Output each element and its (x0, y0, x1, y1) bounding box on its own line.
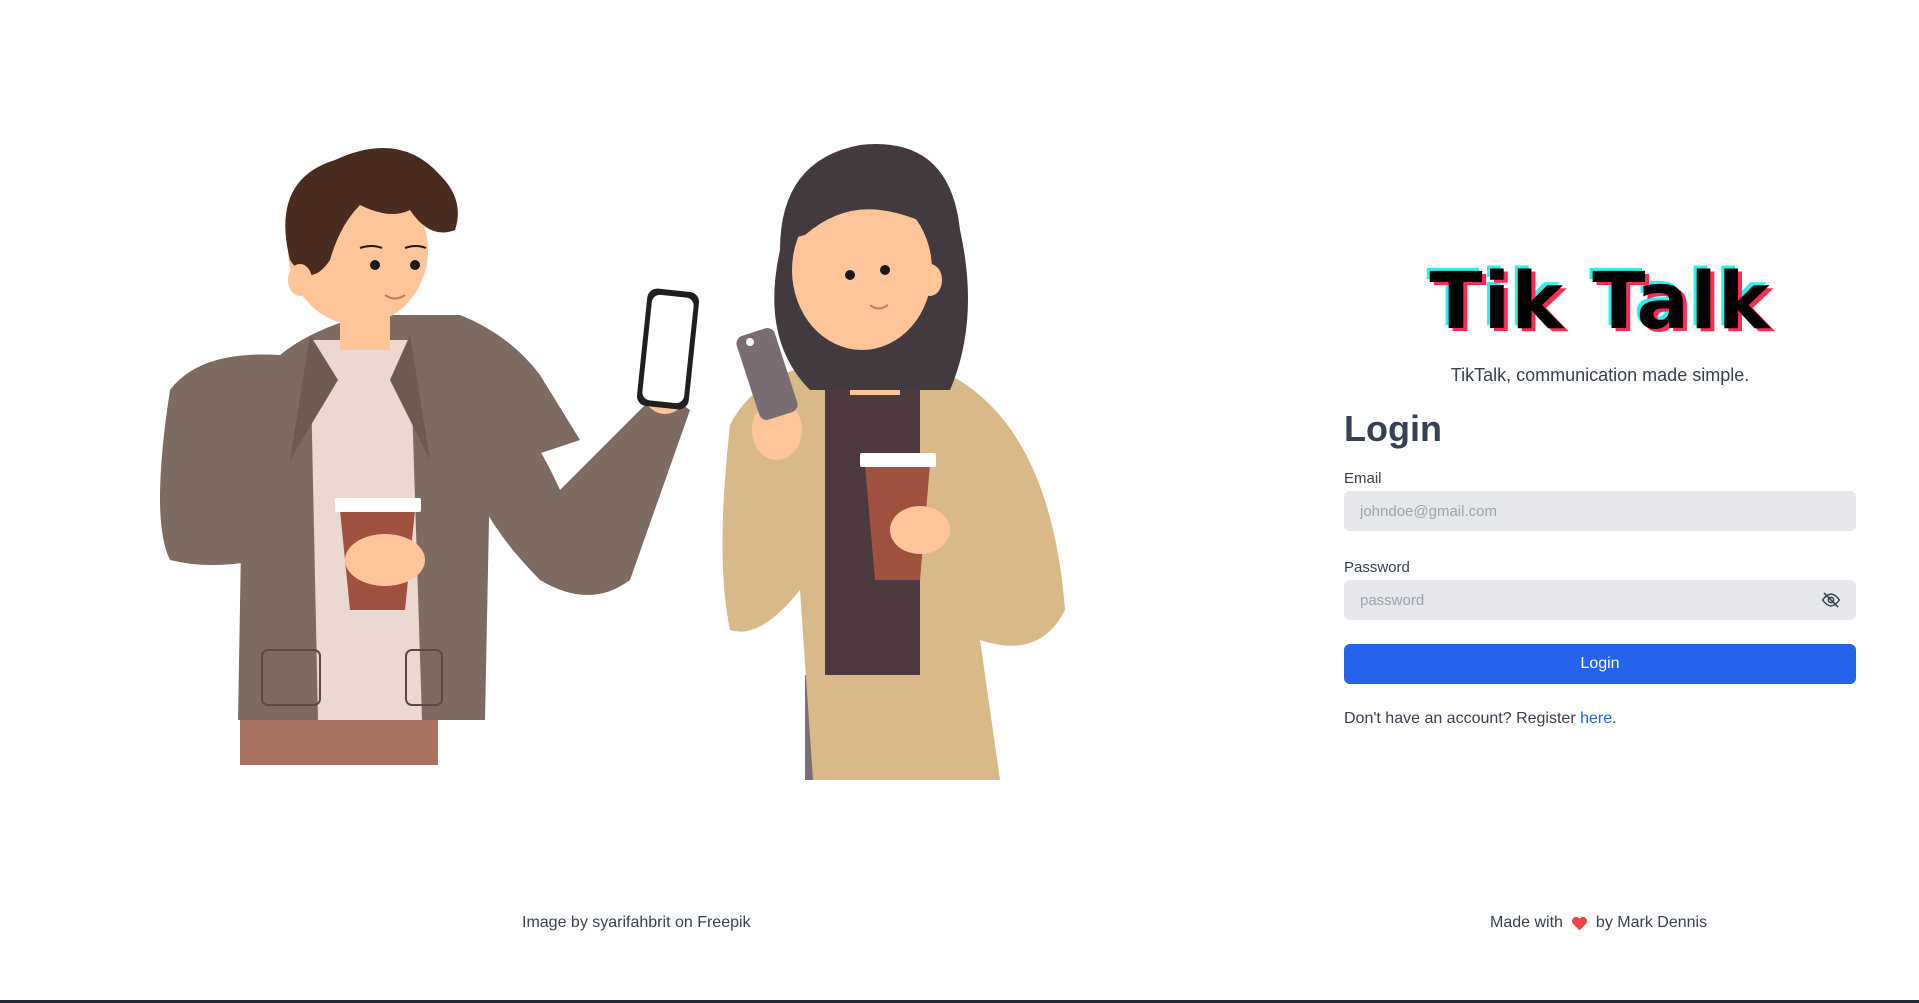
login-panel: Tik Talk Tik Talk Tik Talk TikTalk, comm… (1344, 254, 1856, 728)
login-button[interactable]: Login (1344, 644, 1856, 684)
logo-text: Tik Talk (1429, 257, 1771, 347)
made-with-credit: Made with by Mark Dennis (1490, 914, 1707, 932)
tagline: TikTalk, communication made simple. (1450, 365, 1750, 385)
password-input-wrapper (1344, 580, 1856, 620)
tiktalk-logo: Tik Talk Tik Talk Tik Talk (1344, 254, 1856, 350)
password-group: Password (1344, 559, 1856, 620)
email-group: Email (1344, 470, 1856, 531)
password-label: Password (1344, 559, 1410, 576)
people-with-phones-illustration (160, 140, 1120, 780)
login-title: Login (1344, 408, 1442, 449)
eye-off-icon[interactable] (1820, 590, 1842, 610)
made-with-suffix: by Mark Dennis (1595, 914, 1708, 931)
register-line: Don't have an account? Register here. (1344, 710, 1856, 728)
email-input-wrapper (1344, 491, 1856, 531)
email-label: Email (1344, 470, 1382, 487)
login-page: Image by syarifahbrit on Freepik Tik Tal… (0, 0, 1919, 1000)
register-suffix: . (1612, 710, 1617, 727)
heart-icon (1571, 916, 1588, 931)
made-with-prefix: Made with (1490, 914, 1563, 931)
password-input[interactable] (1344, 580, 1856, 620)
image-credit: Image by syarifahbrit on Freepik (522, 914, 751, 931)
email-input[interactable] (1344, 491, 1856, 531)
register-link[interactable]: here (1580, 710, 1612, 727)
register-prompt: Don't have an account? Register (1344, 710, 1576, 727)
